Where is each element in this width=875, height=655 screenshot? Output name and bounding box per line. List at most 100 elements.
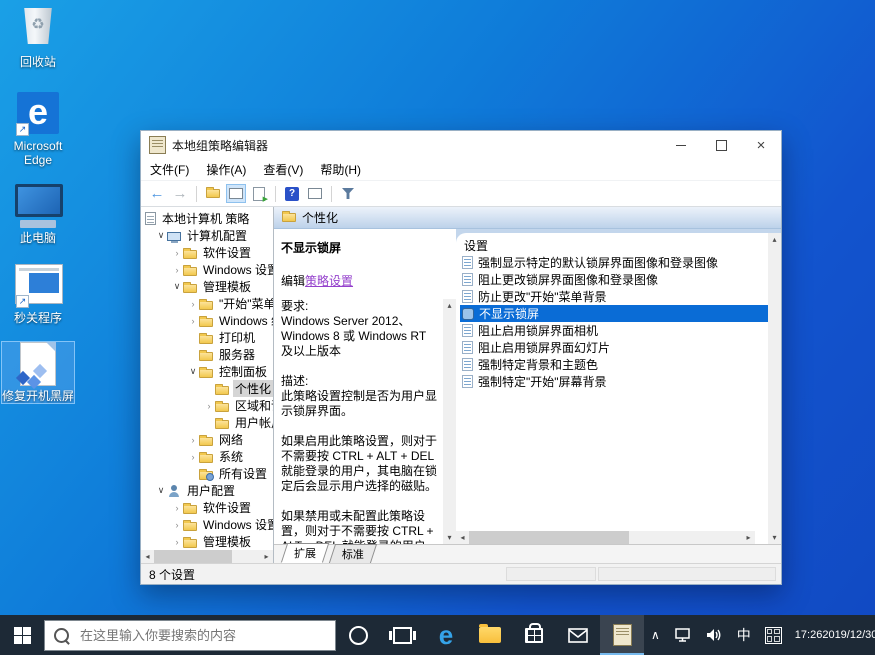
- filter-button[interactable]: [338, 184, 358, 203]
- tree-item-region-language[interactable]: › 区域和语言: [141, 397, 273, 414]
- menu-view[interactable]: 查看(V): [263, 161, 303, 178]
- tree-item-start-menu[interactable]: › "开始"菜单和: [141, 295, 273, 312]
- desktop-icon-registry-fix[interactable]: 修复开机黑屏: [2, 342, 74, 403]
- scroll-down-icon[interactable]: ▾: [768, 531, 781, 544]
- scrollbar-thumb[interactable]: [154, 550, 232, 563]
- chevron-right-icon[interactable]: ›: [187, 299, 199, 309]
- menu-help[interactable]: 帮助(H): [320, 161, 361, 178]
- policy-row[interactable]: 阻止启用锁屏界面相机: [460, 322, 768, 339]
- close-button[interactable]: ×: [741, 131, 781, 159]
- network-icon: [674, 628, 692, 642]
- scroll-up-icon[interactable]: ▴: [443, 299, 456, 312]
- tree-item-user-windows-settings[interactable]: › Windows 设置: [141, 516, 273, 533]
- volume-status[interactable]: [699, 615, 730, 655]
- chevron-right-icon[interactable]: ›: [171, 248, 183, 258]
- help-button[interactable]: ?: [282, 184, 302, 203]
- scrollbar-thumb[interactable]: [469, 531, 629, 544]
- export-list-button[interactable]: [249, 184, 269, 203]
- ime-language-indicator[interactable]: 中: [730, 615, 758, 655]
- chevron-down-icon[interactable]: ∨: [171, 281, 183, 292]
- minimize-button[interactable]: [661, 131, 701, 159]
- description-vertical-scrollbar[interactable]: ▴ ▾: [443, 299, 456, 544]
- console-tree-toggle-button[interactable]: [226, 184, 246, 203]
- start-button[interactable]: [0, 615, 44, 655]
- chevron-right-icon[interactable]: ›: [203, 401, 215, 411]
- tree-item-system[interactable]: › 系统: [141, 448, 273, 465]
- tray-overflow-button[interactable]: ∧: [644, 615, 667, 655]
- new-window-button[interactable]: [305, 184, 325, 203]
- chevron-right-icon[interactable]: ›: [187, 435, 199, 445]
- tree-item-personalization[interactable]: 个性化: [141, 380, 273, 397]
- tree-item-user-admin-templates[interactable]: › 管理模板: [141, 533, 273, 550]
- chevron-right-icon[interactable]: ›: [187, 316, 199, 326]
- tree-item-root[interactable]: 本地计算机 策略: [141, 210, 273, 227]
- taskbar-edge-button[interactable]: e: [424, 615, 468, 655]
- desktop-icon-app-shortcut[interactable]: ↗ 秒关程序: [2, 260, 74, 325]
- scroll-up-icon[interactable]: ▴: [768, 233, 781, 246]
- clock-date: 2019/12/30: [822, 628, 875, 642]
- cortana-button[interactable]: [336, 615, 380, 655]
- tree-item-software-settings[interactable]: › 软件设置: [141, 244, 273, 261]
- chevron-down-icon[interactable]: ∨: [155, 485, 167, 496]
- taskbar-explorer-button[interactable]: [468, 615, 512, 655]
- windows-logo-icon: [14, 627, 31, 644]
- maximize-button[interactable]: [701, 131, 741, 159]
- scroll-right-icon[interactable]: ▸: [260, 550, 273, 563]
- tree-item-user-config[interactable]: ∨ 用户配置: [141, 482, 273, 499]
- chevron-down-icon[interactable]: ∨: [187, 366, 199, 377]
- taskbar-mail-button[interactable]: [556, 615, 600, 655]
- ime-mode-button[interactable]: [758, 615, 789, 655]
- back-button[interactable]: ←: [147, 184, 167, 203]
- chevron-right-icon[interactable]: ›: [171, 537, 183, 547]
- taskbar-search[interactable]: [44, 620, 336, 651]
- list-horizontal-scrollbar[interactable]: ◂ ▸: [456, 531, 755, 544]
- chevron-down-icon[interactable]: ∨: [155, 230, 167, 241]
- chevron-right-icon[interactable]: ›: [187, 452, 199, 462]
- chevron-right-icon[interactable]: ›: [171, 520, 183, 530]
- chevron-right-icon[interactable]: ›: [171, 265, 183, 275]
- settings-column-header[interactable]: 设置: [460, 236, 768, 254]
- scroll-down-icon[interactable]: ▾: [443, 531, 456, 544]
- edit-policy-link[interactable]: 策略设置: [305, 274, 353, 288]
- tree-item-windows-components[interactable]: › Windows 组: [141, 312, 273, 329]
- scroll-left-icon[interactable]: ◂: [456, 531, 469, 544]
- taskbar-store-button[interactable]: [512, 615, 556, 655]
- policy-row-selected[interactable]: 不显示锁屏: [460, 305, 768, 322]
- desktop-icon-this-pc[interactable]: 此电脑: [2, 182, 74, 245]
- tab-extended[interactable]: 扩展: [281, 543, 329, 563]
- title-bar[interactable]: 本地组策略编辑器 ×: [141, 131, 781, 159]
- policy-row[interactable]: 防止更改"开始"菜单背景: [460, 288, 768, 305]
- tree-item-server[interactable]: 服务器: [141, 346, 273, 363]
- desktop-icon-microsoft-edge[interactable]: e ↗ Microsoft Edge: [2, 92, 74, 167]
- tree-item-control-panel[interactable]: ∨ 控制面板: [141, 363, 273, 380]
- search-input[interactable]: [78, 627, 292, 644]
- tree-item-admin-templates[interactable]: ∨ 管理模板: [141, 278, 273, 295]
- up-one-level-button[interactable]: [203, 184, 223, 203]
- tab-standard[interactable]: 标准: [329, 544, 377, 563]
- policy-row[interactable]: 阻止更改锁屏界面图像和登录图像: [460, 271, 768, 288]
- tree-item-user-software-settings[interactable]: › 软件设置: [141, 499, 273, 516]
- chevron-right-icon[interactable]: ›: [171, 503, 183, 513]
- tree-item-computer-config[interactable]: ∨ 计算机配置: [141, 227, 273, 244]
- tree-horizontal-scrollbar[interactable]: ◂ ▸: [141, 550, 273, 563]
- list-vertical-scrollbar[interactable]: ▴ ▾: [768, 233, 781, 544]
- policy-row[interactable]: 强制显示特定的默认锁屏界面图像和登录图像: [460, 254, 768, 271]
- desktop-icon-recycle-bin[interactable]: 回收站: [2, 5, 74, 69]
- taskbar-gpedit-button[interactable]: [600, 615, 644, 655]
- menu-file[interactable]: 文件(F): [150, 161, 189, 178]
- network-status[interactable]: [667, 615, 699, 655]
- policy-row[interactable]: 强制特定背景和主题色: [460, 356, 768, 373]
- tree-item-user-accounts[interactable]: 用户帐户: [141, 414, 273, 431]
- task-view-button[interactable]: [380, 615, 424, 655]
- tree-item-windows-settings[interactable]: › Windows 设置: [141, 261, 273, 278]
- menu-action[interactable]: 操作(A): [206, 161, 246, 178]
- policy-row[interactable]: 强制特定"开始"屏幕背景: [460, 373, 768, 390]
- tree-item-printers[interactable]: 打印机: [141, 329, 273, 346]
- scroll-right-icon[interactable]: ▸: [742, 531, 755, 544]
- tree-item-network[interactable]: › 网络: [141, 431, 273, 448]
- tree-item-all-settings[interactable]: 所有设置: [141, 465, 273, 482]
- taskbar-clock[interactable]: 17:26 2019/12/30: [789, 615, 875, 655]
- forward-button[interactable]: →: [170, 184, 190, 203]
- policy-row[interactable]: 阻止启用锁屏界面幻灯片: [460, 339, 768, 356]
- scroll-left-icon[interactable]: ◂: [141, 550, 154, 563]
